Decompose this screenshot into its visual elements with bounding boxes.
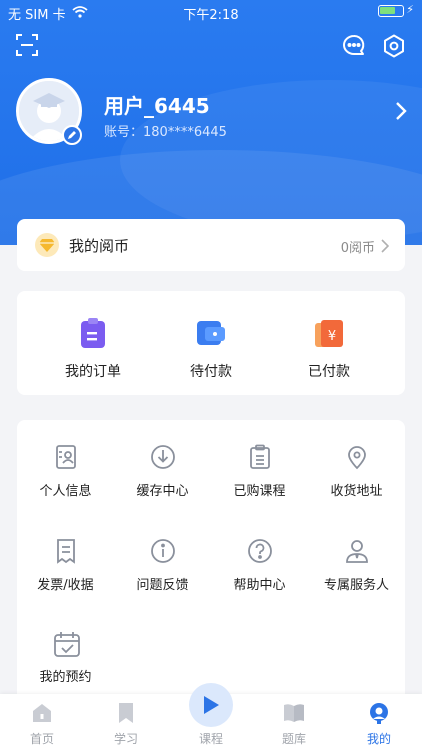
- shipping-address-item[interactable]: 收货地址: [308, 444, 405, 499]
- svg-text:¥: ¥: [328, 329, 336, 344]
- scan-icon[interactable]: [16, 34, 38, 56]
- feedback-item[interactable]: 问题反馈: [114, 538, 211, 593]
- personal-info-item[interactable]: 个人信息: [17, 444, 114, 499]
- book-icon: [283, 702, 305, 724]
- paid-label: 已付款: [308, 364, 350, 380]
- status-bar: 无 SIM 卡 下午2:18 ⚡: [0, 0, 422, 24]
- wallet-icon: [195, 317, 227, 349]
- service-label: 缓存中心: [136, 484, 189, 499]
- invoice-item[interactable]: 发票/收据: [17, 538, 114, 593]
- play-course-button[interactable]: [189, 683, 233, 727]
- clipboard-icon: [247, 444, 273, 470]
- profile-icon: [368, 702, 390, 724]
- tab-question-bank[interactable]: 题库: [264, 702, 324, 747]
- chevron-right-icon[interactable]: [394, 100, 408, 122]
- battery-icon: [378, 5, 404, 17]
- coin-label: 我的阅币: [69, 237, 130, 255]
- coin-balance-row[interactable]: 我的阅币 0阅币: [17, 219, 405, 271]
- calendar-check-icon: [53, 630, 80, 657]
- tab-label: 首页: [29, 732, 54, 746]
- receipt-icon: [53, 538, 79, 564]
- tab-mine[interactable]: 我的: [349, 702, 409, 747]
- tab-label: 题库: [281, 732, 306, 746]
- service-label: 收货地址: [330, 484, 383, 499]
- settings-icon[interactable]: [382, 34, 406, 58]
- service-label: 专属服务人: [323, 578, 389, 593]
- service-label: 个人信息: [39, 484, 92, 499]
- order-label: 我的订单: [65, 364, 121, 380]
- services-grid: 个人信息 缓存中心 已购课程 收货地址 发票/收据 问题反馈 帮助中心 专属服务…: [17, 420, 405, 710]
- account-number: 账号：180****6445: [104, 125, 227, 140]
- order-list-icon: [77, 317, 109, 349]
- tab-label: 课程: [198, 732, 223, 746]
- my-appointments-item[interactable]: 我的预约: [17, 630, 114, 685]
- help-center-item[interactable]: 帮助中心: [211, 538, 308, 593]
- status-time: 下午2:18: [183, 8, 239, 23]
- paid-yuan-icon: ¥: [313, 317, 345, 349]
- download-icon: [150, 444, 176, 470]
- pending-payment-button[interactable]: 待付款: [161, 317, 261, 381]
- charging-icon: ⚡: [406, 3, 414, 16]
- edit-avatar-icon[interactable]: [62, 125, 82, 145]
- bookmark-icon: [115, 702, 137, 724]
- my-orders-button[interactable]: 我的订单: [43, 317, 143, 381]
- tab-label: 学习: [113, 732, 138, 746]
- chevron-right-icon: [381, 238, 390, 253]
- play-icon: [204, 696, 219, 714]
- coin-value: 0阅币: [340, 241, 375, 256]
- diamond-coin-icon: [35, 233, 59, 257]
- info-icon: [150, 538, 176, 564]
- username: 用户_6445: [104, 94, 210, 118]
- tab-home[interactable]: 首页: [12, 702, 72, 747]
- pending-label: 待付款: [190, 364, 232, 380]
- service-label: 我的预约: [39, 670, 92, 685]
- service-label: 已购课程: [233, 484, 286, 499]
- purchased-courses-item[interactable]: 已购课程: [211, 444, 308, 499]
- service-label: 发票/收据: [37, 578, 94, 593]
- id-card-icon: [53, 444, 79, 470]
- cache-center-item[interactable]: 缓存中心: [114, 444, 211, 499]
- help-icon: [247, 538, 273, 564]
- dedicated-service-item[interactable]: 专属服务人: [308, 538, 405, 593]
- service-label: 帮助中心: [233, 578, 286, 593]
- home-icon: [31, 702, 53, 724]
- location-pin-icon: [344, 444, 370, 470]
- tab-label: 我的: [366, 732, 391, 746]
- service-label: 问题反馈: [136, 578, 189, 593]
- tab-study[interactable]: 学习: [96, 702, 156, 747]
- message-icon[interactable]: [342, 34, 366, 58]
- paid-button[interactable]: ¥ 已付款: [279, 317, 379, 381]
- orders-card: 我的订单 待付款 ¥ 已付款: [17, 291, 405, 395]
- service-person-icon: [344, 538, 370, 564]
- tab-course[interactable]: 课程: [181, 730, 241, 747]
